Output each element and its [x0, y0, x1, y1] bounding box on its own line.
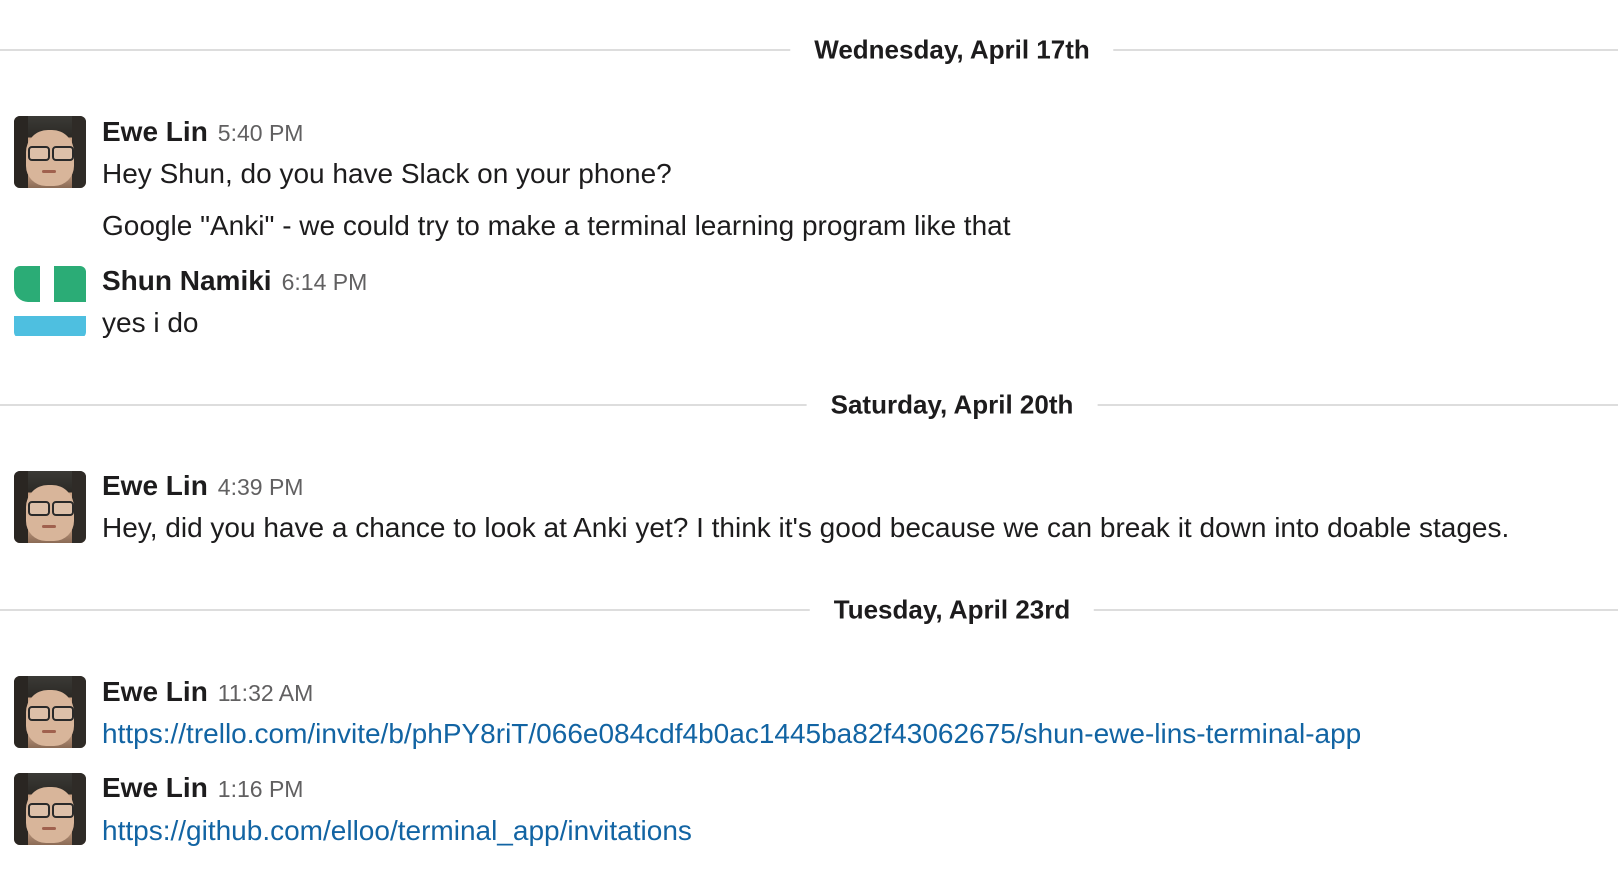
message-header: Ewe Lin 5:40 PM	[102, 116, 303, 148]
message-header: Ewe Lin 11:32 AM	[102, 676, 313, 708]
message-link[interactable]: https://github.com/elloo/terminal_app/in…	[102, 815, 692, 846]
day-divider-label[interactable]: Tuesday, April 23rd	[809, 594, 1095, 626]
sender-name[interactable]: Ewe Lin	[102, 676, 208, 707]
message-header: Ewe Lin 4:39 PM	[102, 470, 303, 502]
user-avatar[interactable]	[14, 676, 86, 748]
message-text: yes i do	[102, 307, 199, 338]
message-text: Hey Shun, do you have Slack on your phon…	[102, 158, 672, 189]
user-avatar[interactable]	[14, 471, 86, 543]
message-header: Shun Namiki 6:14 PM	[102, 265, 367, 297]
day-divider-label[interactable]: Saturday, April 20th	[806, 389, 1098, 421]
message-timestamp[interactable]: 4:39 PM	[218, 474, 304, 500]
message-link[interactable]: https://trello.com/invite/b/phPY8riT/066…	[102, 718, 1361, 749]
message-text: Google "Anki" - we could try to make a t…	[102, 210, 1011, 241]
message-timestamp[interactable]: 1:16 PM	[218, 776, 304, 802]
message-timestamp[interactable]: 5:40 PM	[218, 120, 304, 146]
sender-name[interactable]: Ewe Lin	[102, 470, 208, 501]
message-header: Ewe Lin 1:16 PM	[102, 772, 303, 804]
sender-name[interactable]: Shun Namiki	[102, 265, 272, 296]
sender-name[interactable]: Ewe Lin	[102, 772, 208, 803]
sender-name[interactable]: Ewe Lin	[102, 116, 208, 147]
message-timestamp[interactable]: 6:14 PM	[282, 269, 368, 295]
user-avatar[interactable]	[14, 116, 86, 188]
user-avatar[interactable]	[14, 266, 86, 338]
message-link-row: https://github.com/elloo/terminal_app/in…	[102, 815, 692, 847]
message-text: Hey, did you have a chance to look at An…	[102, 512, 1510, 543]
message-link-row: https://trello.com/invite/b/phPY8riT/066…	[102, 718, 1361, 750]
message-timestamp[interactable]: 11:32 AM	[218, 680, 313, 706]
day-divider-label[interactable]: Wednesday, April 17th	[790, 34, 1114, 66]
user-avatar[interactable]	[14, 773, 86, 845]
